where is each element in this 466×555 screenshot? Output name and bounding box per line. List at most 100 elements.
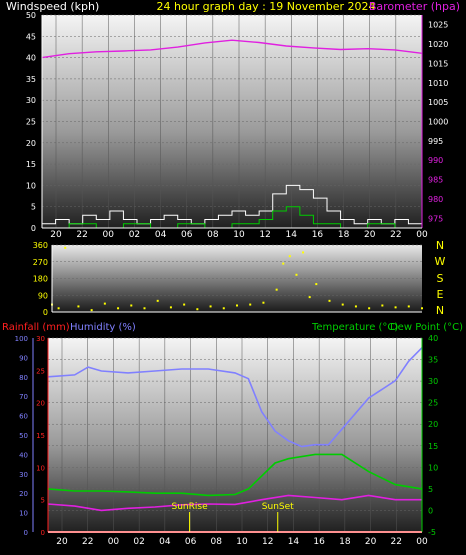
humidity-tick-label: 90 bbox=[19, 354, 28, 362]
humidity-axis-label: Humidity (%) bbox=[70, 322, 136, 333]
barometer-tick-label: 995 bbox=[428, 137, 443, 146]
x-tick-label: 12 bbox=[259, 230, 270, 240]
direction-point bbox=[156, 299, 159, 302]
x-tick-label: 00 bbox=[416, 537, 428, 547]
direction-point bbox=[407, 305, 410, 308]
x-tick-label: 00 bbox=[108, 537, 120, 547]
rainfall-tick-label: 25 bbox=[36, 367, 45, 375]
direction-tick-label: 180 bbox=[33, 275, 48, 284]
compass-n-bottom: N bbox=[436, 304, 444, 317]
humidity-tick-label: 100 bbox=[15, 335, 28, 343]
barometer-tick-label: 990 bbox=[428, 156, 443, 165]
weather-graph: Windspeed (kph) 24 hour graph day : 19 N… bbox=[2, 0, 463, 547]
sun-event-label: SunRise bbox=[172, 502, 209, 512]
windspeed-tick-label: 25 bbox=[26, 118, 36, 127]
windspeed-tick-label: 15 bbox=[26, 160, 36, 169]
direction-point bbox=[77, 305, 80, 308]
temperature-tick-label: 15 bbox=[428, 442, 438, 451]
humidity-tick-label: 80 bbox=[19, 374, 28, 382]
direction-tick-label: 0 bbox=[43, 308, 48, 317]
x-tick-label: 22 bbox=[82, 537, 93, 547]
x-tick-label: 10 bbox=[233, 230, 245, 240]
rainfall-axis-label: Rainfall (mm) bbox=[2, 322, 70, 333]
direction-tick-label: 270 bbox=[33, 258, 48, 267]
temperature-axis-label: Temperature (°C) bbox=[311, 322, 398, 333]
direction-point bbox=[308, 296, 311, 299]
direction-point bbox=[236, 304, 238, 307]
x-tick-label: 10 bbox=[236, 537, 248, 547]
x-tick-label: 02 bbox=[133, 537, 144, 547]
temperature-tick-label: 20 bbox=[428, 420, 438, 429]
temperature-tick-label: 40 bbox=[428, 334, 438, 343]
direction-point bbox=[341, 303, 344, 306]
x-tick-label: 20 bbox=[50, 230, 62, 240]
barometer-tick-label: 1015 bbox=[428, 59, 448, 68]
humidity-tick-label: 50 bbox=[19, 432, 28, 440]
x-tick-label: 14 bbox=[288, 537, 300, 547]
rainfall-tick-label: 5 bbox=[41, 497, 45, 505]
direction-point bbox=[249, 303, 252, 306]
temp-humidity-plot-area bbox=[48, 338, 422, 532]
humidity-tick-label: 60 bbox=[19, 413, 28, 421]
windspeed-tick-label: 10 bbox=[26, 181, 36, 190]
barometer-tick-label: 1010 bbox=[428, 79, 448, 88]
x-tick-label: 20 bbox=[364, 230, 376, 240]
windspeed-tick-label: 50 bbox=[26, 11, 36, 20]
chart-title: 24 hour graph day : 19 November 2024 bbox=[156, 0, 375, 13]
direction-tick-label: 360 bbox=[33, 241, 48, 250]
direction-point bbox=[130, 304, 133, 307]
humidity-tick-label: 0 bbox=[24, 529, 28, 537]
x-tick-label: 16 bbox=[312, 230, 324, 240]
direction-point bbox=[57, 307, 60, 310]
rainfall-tick-label: 30 bbox=[36, 335, 45, 343]
x-tick-label: 06 bbox=[181, 230, 193, 240]
compass-s: S bbox=[437, 272, 444, 285]
windspeed-tick-label: 35 bbox=[26, 75, 36, 84]
windspeed-tick-label: 0 bbox=[31, 224, 36, 233]
rainfall-tick-label: 0 bbox=[41, 529, 45, 537]
rainfall-tick-label: 10 bbox=[36, 464, 45, 472]
x-tick-label: 18 bbox=[338, 230, 350, 240]
direction-point bbox=[302, 251, 305, 254]
x-tick-label: 16 bbox=[313, 537, 325, 547]
barometer-axis-label: Barometer (hpa) bbox=[369, 0, 460, 13]
windspeed-tick-label: 30 bbox=[26, 96, 36, 105]
barometer-tick-label: 1025 bbox=[428, 21, 448, 30]
x-tick-label: 22 bbox=[391, 537, 402, 547]
windspeed-tick-label: 20 bbox=[26, 139, 36, 148]
x-tick-label: 18 bbox=[339, 537, 351, 547]
rainfall-tick-label: 20 bbox=[36, 400, 45, 408]
direction-point bbox=[117, 307, 120, 310]
direction-point bbox=[394, 306, 397, 309]
temperature-tick-label: 30 bbox=[428, 377, 438, 386]
humidity-tick-label: 30 bbox=[19, 471, 28, 479]
direction-point bbox=[143, 307, 146, 310]
x-tick-label: 08 bbox=[211, 537, 223, 547]
humidity-tick-label: 20 bbox=[19, 490, 28, 498]
direction-point bbox=[209, 305, 212, 308]
barometer-tick-label: 985 bbox=[428, 176, 443, 185]
direction-point bbox=[90, 309, 93, 312]
windspeed-tick-label: 45 bbox=[26, 32, 36, 41]
temperature-tick-label: 35 bbox=[428, 356, 438, 365]
x-tick-label: 22 bbox=[76, 230, 87, 240]
temperature-tick-label: 25 bbox=[428, 399, 438, 408]
x-tick-label: 00 bbox=[416, 230, 428, 240]
x-tick-label: 04 bbox=[155, 230, 167, 240]
x-tick-label: 22 bbox=[390, 230, 401, 240]
x-tick-label: 06 bbox=[185, 537, 197, 547]
direction-point bbox=[354, 305, 357, 308]
x-tick-label: 12 bbox=[262, 537, 273, 547]
x-tick-label: 08 bbox=[207, 230, 219, 240]
direction-point bbox=[222, 307, 225, 310]
direction-point bbox=[328, 299, 331, 302]
temperature-tick-label: 0 bbox=[428, 506, 433, 515]
direction-point bbox=[262, 301, 265, 304]
direction-point bbox=[183, 303, 186, 306]
compass-n-top: N bbox=[436, 239, 444, 252]
direction-tick-label: 90 bbox=[38, 291, 48, 300]
x-tick-label: 14 bbox=[286, 230, 298, 240]
temperature-tick-label: 5 bbox=[428, 485, 433, 494]
temperature-tick-label: 10 bbox=[428, 463, 438, 472]
rainfall-tick-label: 15 bbox=[36, 432, 45, 440]
